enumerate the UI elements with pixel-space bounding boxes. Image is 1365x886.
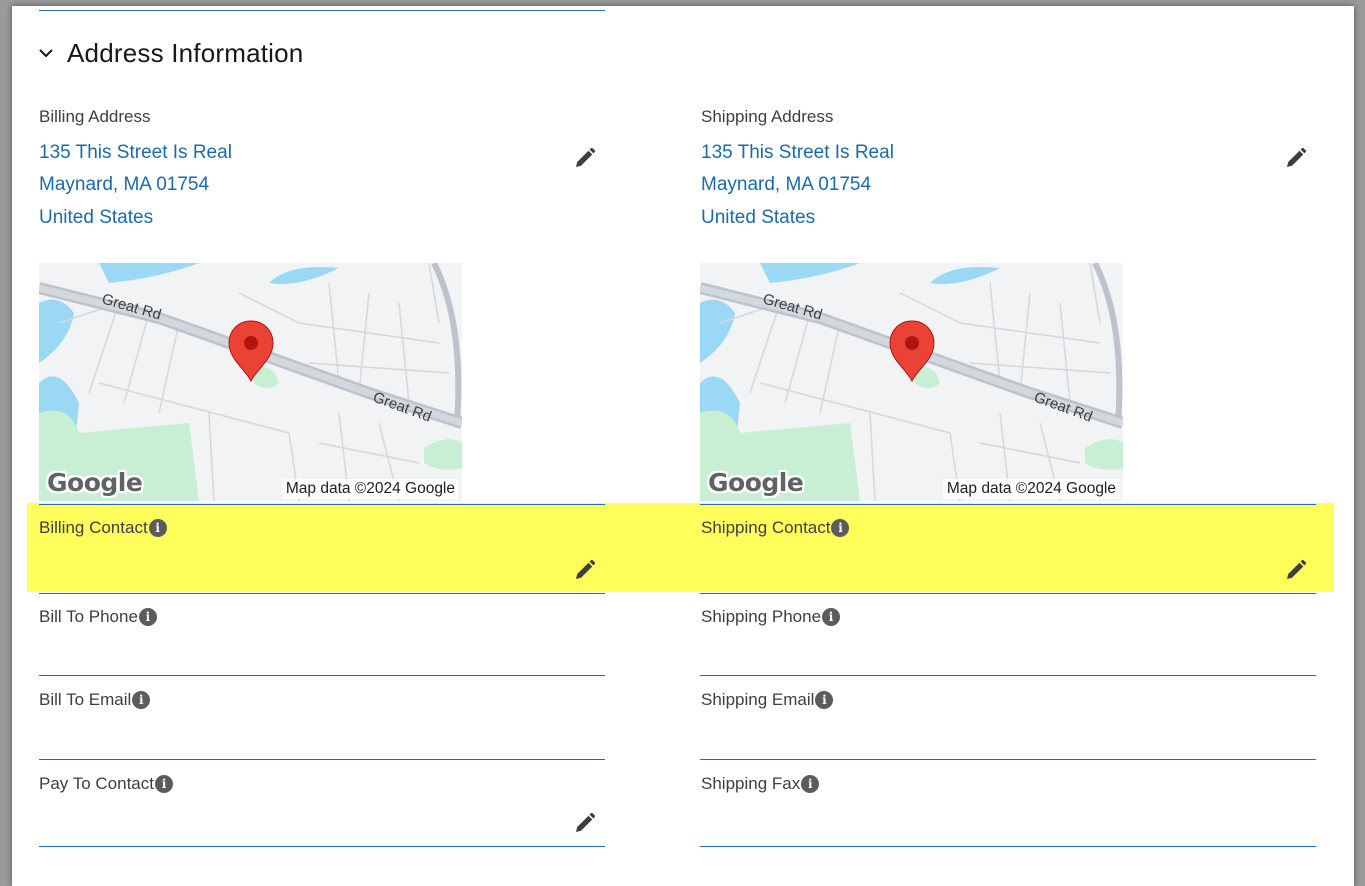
pay-to-contact-underline — [39, 846, 605, 847]
shipping-phone-underline — [700, 675, 1316, 676]
bill-to-email-underline — [39, 759, 605, 760]
bill-to-email-label: Bill To Email i — [39, 690, 151, 710]
info-icon[interactable]: i — [154, 775, 173, 793]
info-icon[interactable]: i — [831, 519, 850, 537]
google-logo: Google — [47, 468, 143, 497]
billing-contact-underline — [39, 593, 605, 594]
billing-address-label: Billing Address — [39, 107, 151, 126]
address-information-card: Address Information Billing Address 135 … — [12, 6, 1354, 886]
chevron-down-icon — [39, 49, 53, 58]
shipping-map-divider — [700, 504, 1316, 505]
highlighted-contact-row — [27, 503, 1334, 592]
info-icon[interactable]: i — [148, 519, 167, 537]
bill-to-phone-label: Bill To Phone i — [39, 607, 157, 627]
billing-contact-label: Billing Contact i — [39, 518, 167, 538]
shipping-email-label: Shipping Email i — [701, 690, 834, 710]
shipping-address-map[interactable]: Great Rd Great Rd Google Map data ©2024 … — [700, 263, 1123, 501]
shipping-address-label: Shipping Address — [701, 107, 834, 126]
shipping-phone-label: Shipping Phone i — [701, 607, 841, 627]
info-icon[interactable]: i — [822, 608, 841, 626]
edit-shipping-address-pencil-icon[interactable] — [1284, 146, 1308, 170]
section-title: Address Information — [67, 37, 304, 68]
billing-address-map[interactable]: Great Rd Great Rd Google Map data ©2024 … — [39, 263, 462, 501]
billing-map-divider — [39, 504, 605, 505]
edit-pay-to-contact-pencil-icon[interactable] — [573, 811, 597, 835]
info-icon[interactable]: i — [132, 691, 151, 709]
google-logo: Google — [708, 468, 804, 497]
info-icon[interactable]: i — [815, 691, 834, 709]
edit-shipping-contact-pencil-icon[interactable] — [1284, 558, 1308, 582]
shipping-contact-label: Shipping Contact i — [701, 518, 850, 538]
billing-address-country[interactable]: United States — [39, 207, 153, 229]
edit-billing-contact-pencil-icon[interactable] — [573, 558, 597, 582]
shipping-contact-underline — [700, 593, 1316, 594]
bill-to-phone-underline — [39, 675, 605, 676]
section-divider — [39, 10, 605, 11]
info-icon[interactable]: i — [138, 608, 157, 626]
map-attribution[interactable]: Map data ©2024 Google — [281, 479, 458, 499]
shipping-address-country[interactable]: United States — [701, 207, 815, 229]
info-icon[interactable]: i — [801, 775, 820, 793]
shipping-email-underline — [700, 759, 1316, 760]
billing-address-street[interactable]: 135 This Street Is Real — [39, 142, 232, 164]
pay-to-contact-label: Pay To Contact i — [39, 774, 173, 794]
shipping-fax-underline — [700, 846, 1316, 847]
shipping-address-street[interactable]: 135 This Street Is Real — [701, 142, 894, 164]
section-toggle[interactable]: Address Information — [37, 36, 303, 70]
shipping-fax-label: Shipping Fax i — [701, 774, 820, 794]
edit-billing-address-pencil-icon[interactable] — [573, 146, 597, 170]
billing-address-city[interactable]: Maynard, MA 01754 — [39, 174, 209, 196]
map-attribution[interactable]: Map data ©2024 Google — [942, 479, 1119, 499]
shipping-address-city[interactable]: Maynard, MA 01754 — [701, 174, 871, 196]
